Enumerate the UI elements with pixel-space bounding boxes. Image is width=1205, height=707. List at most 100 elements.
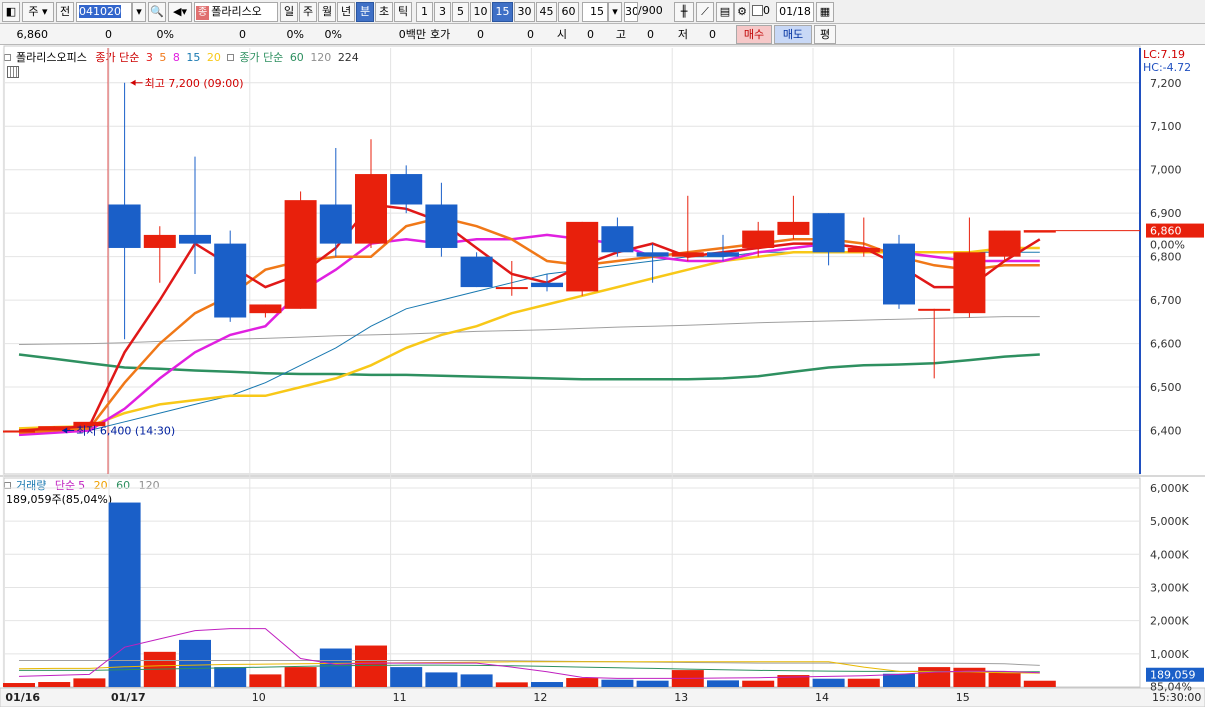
stock-code-input[interactable]: 041020 <box>76 2 132 22</box>
candle-body <box>108 204 141 248</box>
candle-body <box>249 304 282 314</box>
period-week[interactable]: 주 <box>299 2 317 22</box>
period-day[interactable]: 일 <box>280 2 298 22</box>
bid-label: 호가 <box>430 28 451 41</box>
date-input[interactable]: 01/18 <box>776 2 814 22</box>
volume-bar <box>249 674 282 687</box>
pct-tag: 0,00% <box>1150 239 1185 252</box>
ma60-line <box>18 353 1040 381</box>
stock-chart-window: { "toolbar": { "market": "주", "prefix": … <box>0 0 1205 707</box>
volume-tick-label: 4,000K <box>1150 548 1189 561</box>
time-label: 15 <box>956 691 970 704</box>
interval-10[interactable]: 10 <box>470 2 491 22</box>
volume-bar <box>847 678 880 687</box>
interval-15[interactable]: 15 <box>492 2 513 22</box>
candle-body <box>953 252 986 314</box>
interval-dropdown-button[interactable]: ▾ <box>608 2 622 22</box>
candle-body <box>3 430 35 433</box>
candle-icon[interactable]: ╫ <box>674 2 694 22</box>
volume-bar <box>355 645 387 687</box>
candle-body <box>355 174 387 244</box>
volume-bar <box>531 682 563 687</box>
volume-tick-label: 3,000K <box>1150 581 1189 594</box>
volume-tick-label: 1,000K <box>1150 648 1189 661</box>
volume-bar <box>460 674 493 687</box>
candle-body <box>847 247 880 253</box>
market-value: 주 <box>28 5 39 18</box>
bid-value: 0 <box>477 28 484 41</box>
zero-checkbox[interactable]: 0 <box>752 2 776 22</box>
count-total: /900 <box>638 4 663 17</box>
trade-amount: 0백만 <box>398 28 426 41</box>
period-month[interactable]: 월 <box>318 2 336 22</box>
interval-60[interactable]: 60 <box>558 2 579 22</box>
candles <box>3 82 1056 433</box>
prefix-button[interactable]: 전 <box>56 2 74 22</box>
interval-30[interactable]: 30 <box>514 2 535 22</box>
calendar-icon[interactable]: ▦ <box>816 2 834 22</box>
window-icon[interactable]: ◧ <box>2 2 20 22</box>
ma120-line <box>18 316 1040 345</box>
period-tick[interactable]: 틱 <box>394 2 412 22</box>
gear-icon[interactable]: ⚙ <box>734 2 750 22</box>
sell-button[interactable]: 매도 <box>774 25 812 44</box>
interval-5[interactable]: 5 <box>452 2 469 22</box>
volume-bar <box>495 682 528 687</box>
draw-tool-icon[interactable]: ⟋ <box>696 2 714 22</box>
price-tick-label: 6,700 <box>1150 294 1182 307</box>
volume-bar <box>179 639 211 687</box>
volume-bar <box>73 678 106 687</box>
volume-bar <box>108 502 141 687</box>
volume-bar <box>742 680 775 687</box>
top-toolbar: ◧ 주 ▾ 전 041020 ▾ 🔍 ◀▾ 종 폴라리스오 일 주 월 년 분 초… <box>0 0 1205 24</box>
candle-body <box>777 221 810 235</box>
candle-body <box>284 200 317 309</box>
candle-body <box>883 243 915 305</box>
value-2-percent: 0% <box>324 28 342 41</box>
speaker-icon[interactable]: ◀▾ <box>168 2 192 22</box>
price-tick-label: 7,000 <box>1150 164 1182 177</box>
high-label: 고 <box>615 28 626 41</box>
market-select[interactable]: 주 ▾ <box>22 2 54 22</box>
candle-body <box>214 243 247 318</box>
price-tick-label: 7,100 <box>1150 120 1182 133</box>
candle-body <box>179 234 211 244</box>
code-dropdown-button[interactable]: ▾ <box>132 2 146 22</box>
average-button[interactable]: 평 <box>814 25 836 44</box>
volume-bar <box>988 672 1021 687</box>
candle-body <box>319 204 352 244</box>
count-input[interactable]: 30 <box>624 2 638 22</box>
search-icon[interactable]: 🔍 <box>148 2 166 22</box>
candle-body <box>671 252 704 257</box>
interval-45[interactable]: 45 <box>536 2 557 22</box>
price-tick-label: 6,600 <box>1150 338 1182 351</box>
stock-type-tag: 종 <box>196 6 210 20</box>
interval-1[interactable]: 1 <box>416 2 433 22</box>
volume-bar <box>1023 680 1056 687</box>
candle-body <box>495 287 528 290</box>
interval-3[interactable]: 3 <box>434 2 451 22</box>
candle-body <box>425 204 458 248</box>
period-year[interactable]: 년 <box>337 2 355 22</box>
stock-code-value: 041020 <box>79 5 121 18</box>
volume-bar <box>390 667 423 687</box>
period-minute[interactable]: 분 <box>356 2 374 22</box>
volume-tick-label: 6,000K <box>1150 482 1189 495</box>
volume-bars <box>3 502 1056 687</box>
zero-checkbox-label: 0 <box>763 4 770 17</box>
stock-name-field[interactable]: 종 폴라리스오 <box>194 2 278 22</box>
candle-body <box>918 308 951 311</box>
volume-bar <box>918 667 951 687</box>
volume-bar <box>707 680 739 687</box>
save-icon[interactable]: ▤ <box>716 2 734 22</box>
buy-button[interactable]: 매수 <box>736 25 772 44</box>
open-value: 0 <box>587 28 594 41</box>
period-second[interactable]: 초 <box>375 2 393 22</box>
axes: 7,200 7,100 7,000 6,900 6,800 6,700 6,600 6,500… <box>0 48 1205 707</box>
volume-bar <box>601 679 634 687</box>
volume-bar <box>38 682 71 687</box>
volume-bar <box>812 678 845 687</box>
candle-body <box>742 230 775 248</box>
interval-input[interactable]: 15 <box>582 2 608 22</box>
low-label: 저 <box>677 28 688 41</box>
